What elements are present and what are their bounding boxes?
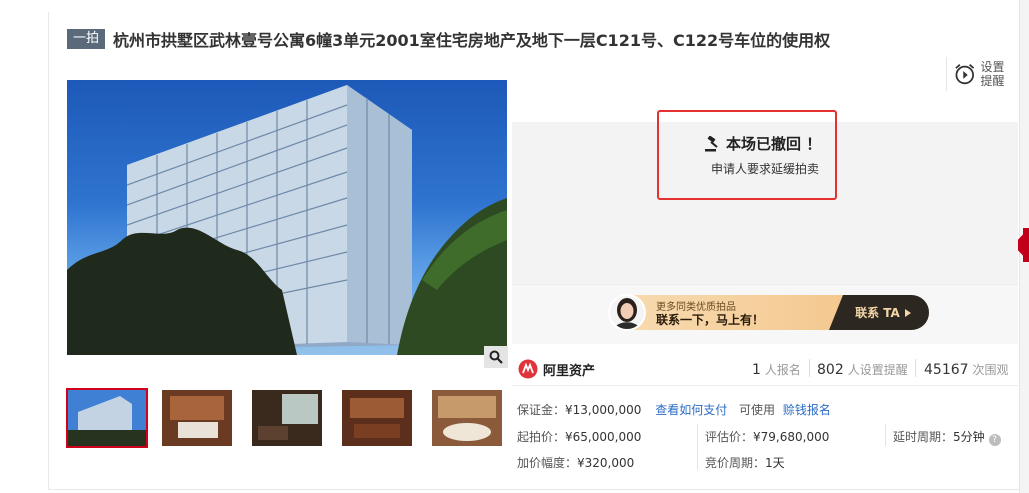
- status-reason: 申请人要求延缓拍卖: [711, 162, 820, 176]
- contact-button-label: 联系 TA: [855, 306, 900, 320]
- thumbnail-bedroom-image: [162, 390, 232, 446]
- thumbnail-5[interactable]: [432, 390, 502, 446]
- side-feedback-tab-fill[interactable]: [1023, 228, 1029, 262]
- zoom-button[interactable]: [484, 346, 508, 368]
- thumbnail-building-image: [68, 390, 146, 446]
- promo-banner-big-text: 联系一下，马上有！: [656, 313, 765, 327]
- remind-label: 人设置提醒: [847, 363, 908, 377]
- alarm-clock-icon: [955, 64, 975, 85]
- column-divider: [885, 424, 886, 446]
- thumbnail-3[interactable]: [252, 390, 322, 446]
- status-title-text: 本场已撤回 ！: [726, 135, 822, 153]
- set-reminder-button[interactable]: 设置提醒: [946, 57, 1008, 91]
- view-count: 45167: [924, 362, 969, 378]
- cycle-value: 1天: [765, 456, 785, 470]
- credit-signup-link[interactable]: 赊钱报名: [783, 403, 831, 417]
- view-label: 次围观: [972, 363, 1009, 377]
- valuation-row: 评估价：¥79,680,000: [705, 428, 829, 445]
- ali-asset-logo-icon: [518, 359, 538, 379]
- magnifier-icon: [489, 350, 503, 364]
- brand-logo[interactable]: 阿里资产: [518, 359, 595, 379]
- increment-row: 加价幅度：¥320,000: [517, 454, 634, 471]
- agent-avatar-image: [610, 296, 644, 329]
- cycle-row: 竞价周期：1天: [705, 454, 785, 471]
- valuation-label: 评估价：: [705, 430, 754, 444]
- delay-label: 延时周期：: [893, 430, 954, 444]
- usable-text: 可使用: [739, 403, 776, 417]
- start-price-value: ¥65,000,000: [565, 430, 642, 444]
- agent-avatar: [608, 294, 646, 331]
- delay-row: 延时周期：5分钟?: [893, 428, 1001, 446]
- title-row: 一拍 杭州市拱墅区武林壹号公寓6幢3单元2001室住宅房地产及地下一层C121号…: [67, 28, 830, 50]
- signup-stat: 1 人报名: [752, 361, 801, 378]
- cycle-label: 竞价周期：: [705, 456, 766, 470]
- main-photo[interactable]: [67, 80, 507, 355]
- signup-label: 人报名: [764, 363, 801, 377]
- gavel-icon: [705, 135, 718, 151]
- thumbnail-1[interactable]: [66, 388, 148, 448]
- thumbnail-bathroom-image: [432, 390, 502, 446]
- brand-name: 阿里资产: [543, 363, 596, 379]
- start-price-row: 起拍价：¥65,000,000: [517, 428, 641, 445]
- thumbnail-4[interactable]: [342, 390, 412, 446]
- remind-count: 802: [817, 362, 844, 378]
- page-title: 杭州市拱墅区武林壹号公寓6幢3单元2001室住宅房地产及地下一层C121号、C1…: [113, 31, 831, 50]
- contact-button[interactable]: 联系 TA: [829, 295, 929, 330]
- view-stat: 45167 次围观: [924, 361, 1009, 378]
- set-reminder-label: 设置提醒: [980, 60, 1005, 88]
- deposit-row: 保证金：¥13,000,000 查看如何支付 可使用 赊钱报名: [517, 401, 831, 418]
- start-price-label: 起拍价：: [517, 430, 566, 444]
- remind-stat: 802 人设置提醒: [817, 361, 908, 378]
- deposit-label: 保证金：: [517, 403, 566, 417]
- auction-round-tag: 一拍: [67, 29, 106, 49]
- increment-label: 加价幅度：: [517, 456, 578, 470]
- stat-divider: [809, 359, 810, 377]
- help-icon[interactable]: ?: [988, 434, 1001, 446]
- signup-count: 1: [752, 362, 761, 378]
- thumbnail-living-room-image: [252, 390, 322, 446]
- building-illustration: [67, 85, 507, 355]
- valuation-value: ¥79,680,000: [753, 430, 830, 444]
- how-to-pay-link[interactable]: 查看如何支付: [655, 403, 727, 417]
- thumbnail-2[interactable]: [162, 390, 232, 446]
- delay-value: 5分钟: [953, 430, 985, 444]
- stat-divider: [915, 359, 916, 377]
- play-arrow-icon: [904, 308, 911, 317]
- status-title: 本场已撤回 ！: [704, 133, 821, 154]
- column-divider: [697, 424, 698, 470]
- thumbnail-dining-image: [342, 390, 412, 446]
- status-highlight-box: [657, 110, 837, 200]
- deposit-value: ¥13,000,000: [565, 403, 642, 417]
- increment-value: ¥320,000: [577, 456, 635, 470]
